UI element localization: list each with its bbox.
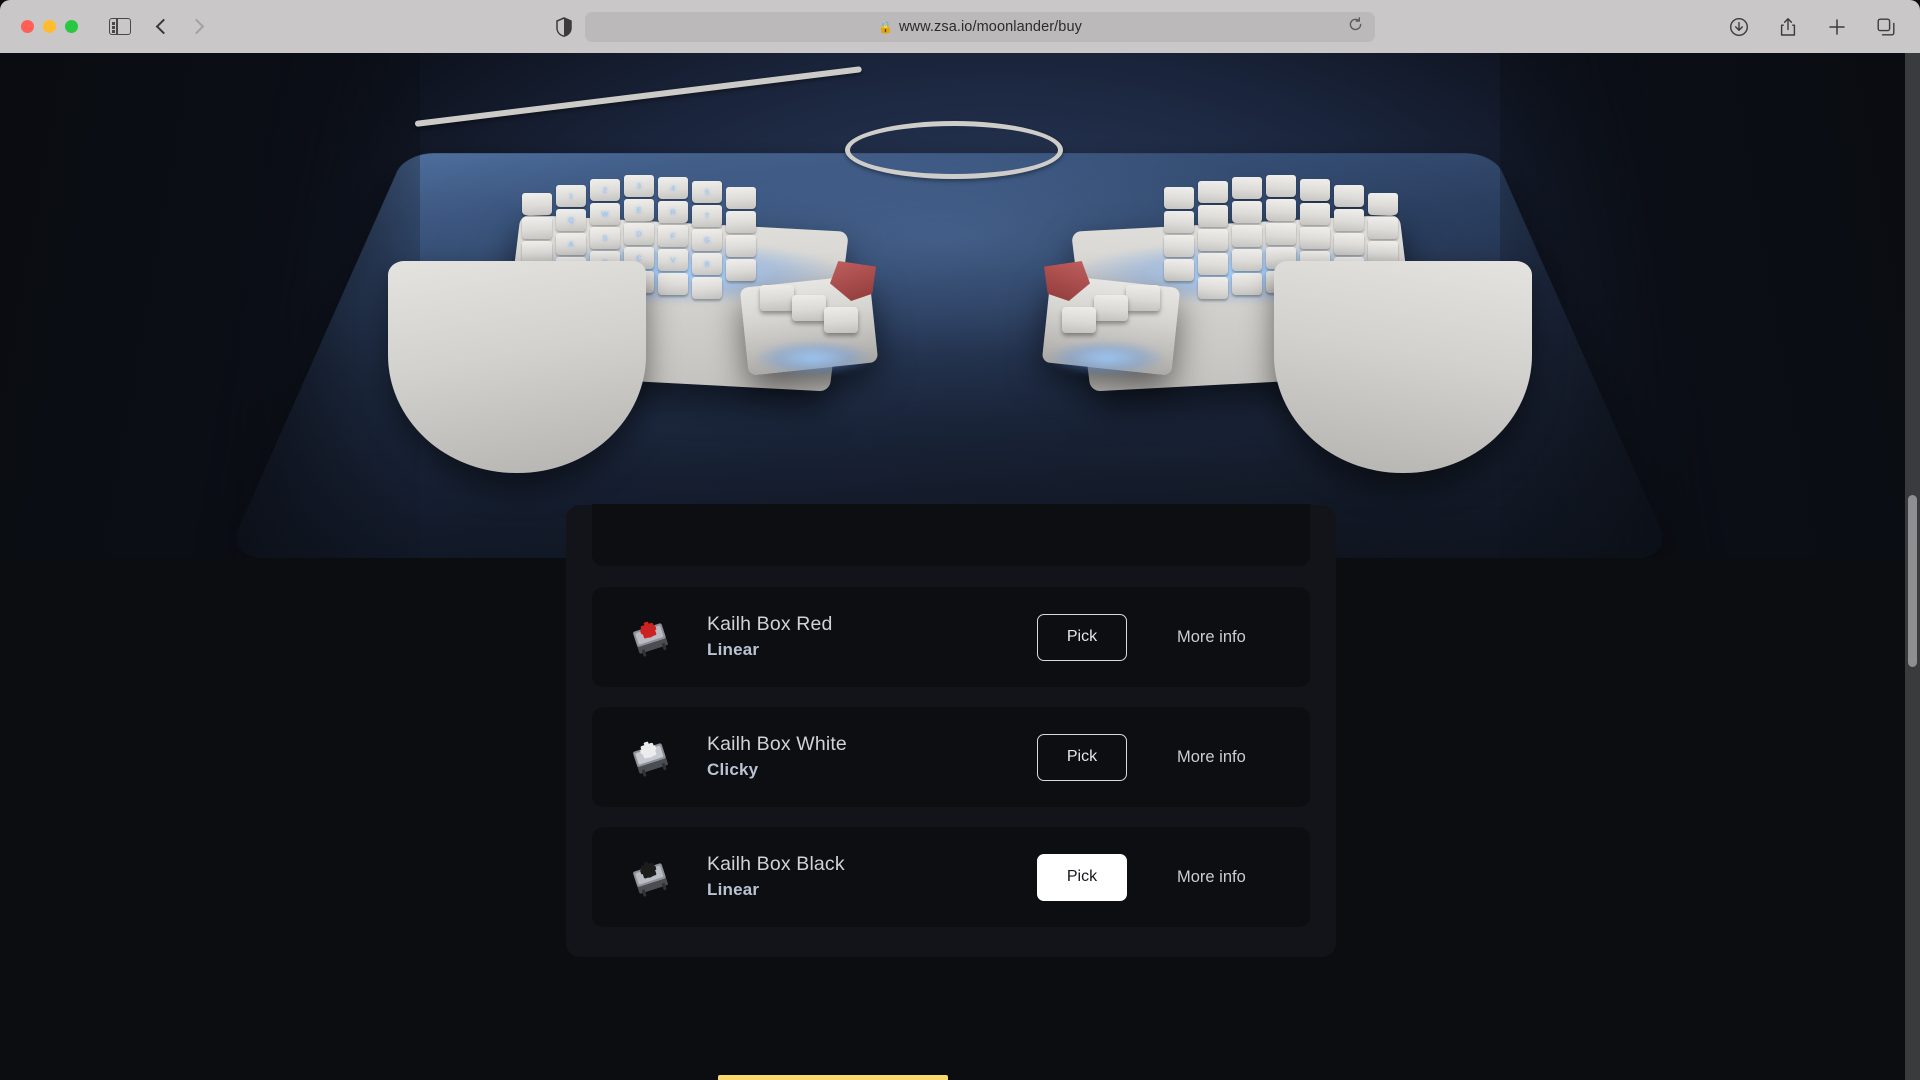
table-row[interactable]: Kailh Box Red Linear Pick More info [592,587,1310,687]
vertical-scrollbar[interactable] [1905,53,1920,1080]
switch-type: Linear [707,640,760,660]
more-info-link[interactable]: More info [1177,628,1246,647]
new-tab-icon[interactable] [1827,17,1847,37]
switch-row-clipped [592,504,1310,566]
kailh-box-white-switch-icon [626,733,674,781]
switch-type: Clicky [707,760,759,780]
pick-button[interactable]: Pick [1037,613,1127,661]
pick-button[interactable]: Pick [1037,853,1127,901]
keyboard-half-left: 1QAZ 2WSX 3EDC 4RFV 5TGB [388,143,920,473]
scrollbar-thumb[interactable] [1908,495,1917,667]
switch-name: Kailh Box Red [707,613,833,636]
tab-overview-icon[interactable] [1876,17,1896,37]
switch-name: Kailh Box White [707,733,847,756]
shield-icon[interactable] [556,16,572,37]
sidebar-icon[interactable] [109,18,131,35]
lock-icon: 🔒 [878,19,893,34]
switch-labels: Kailh Box Black Linear [707,852,1037,901]
table-row[interactable]: Kailh Box White Clicky Pick More info [592,707,1310,807]
keyboard-cable-run [414,66,863,127]
table-row[interactable]: Kailh Box Black Linear Pick More info [592,827,1310,927]
minimize-window-button[interactable] [43,20,56,33]
add-to-cart-button[interactable]: Add to cart [718,1075,948,1080]
switch-labels: Kailh Box White Clicky [707,732,1037,781]
switch-type: Linear [707,880,760,900]
switch-labels: Kailh Box Red Linear [707,612,1037,661]
maximize-window-button[interactable] [65,20,78,33]
window-controls [21,20,78,33]
kailh-box-red-switch-icon [626,613,674,661]
switch-picker-panel: Kailh Box Red Linear Pick More info Kail… [566,504,1336,957]
browser-toolbar: 🔒 www.zsa.io/moonlander/buy [0,0,1920,53]
keyboard-half-right [1000,143,1532,473]
page-viewport: 1QAZ 2WSX 3EDC 4RFV 5TGB [0,53,1920,1080]
share-icon[interactable] [1778,17,1798,37]
kailh-box-black-switch-icon [626,853,674,901]
reload-icon[interactable] [1348,16,1363,37]
hero-vignette-right [1500,53,1920,558]
switch-name: Kailh Box Black [707,853,845,876]
more-info-link[interactable]: More info [1177,868,1246,887]
url-display: 🔒 www.zsa.io/moonlander/buy [878,19,1082,35]
pick-button[interactable]: Pick [1037,733,1127,781]
downloads-icon[interactable] [1729,17,1749,37]
address-bar[interactable]: 🔒 www.zsa.io/moonlander/buy [585,11,1375,42]
navigation-arrows [155,18,205,35]
chevron-right-icon[interactable] [188,18,205,35]
hero-product-image: 1QAZ 2WSX 3EDC 4RFV 5TGB [0,53,1920,558]
more-info-link[interactable]: More info [1177,748,1246,767]
url-text: www.zsa.io/moonlander/buy [898,18,1082,35]
chevron-left-icon[interactable] [155,18,172,35]
hero-vignette-left [0,53,420,558]
close-window-button[interactable] [21,20,34,33]
toolbar-actions [1729,17,1896,37]
